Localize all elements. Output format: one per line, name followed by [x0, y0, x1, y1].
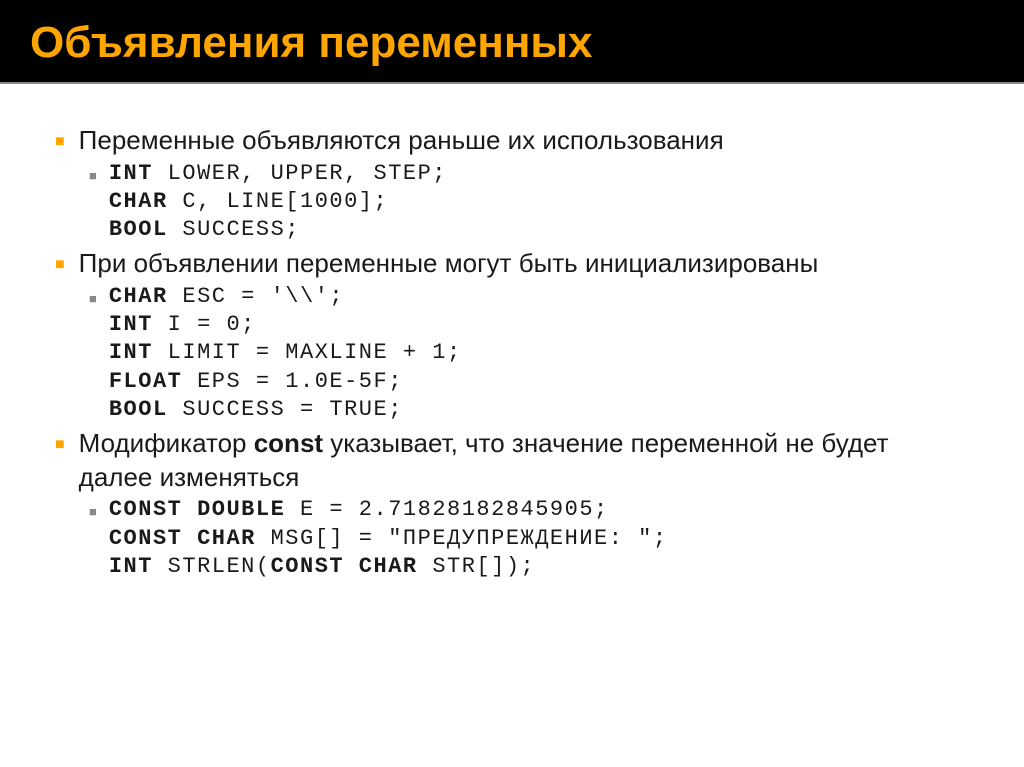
code-block-1: int lower, upper, step; char c, line[100…	[109, 160, 447, 244]
code-sub-item: ■ const double e = 2.71828182845905; con…	[89, 496, 969, 580]
bullet-item-3: ■ Модификатор const указывает, что значе…	[55, 427, 969, 581]
sub-list: ■ char esc = '\\'; int i = 0; int limit …	[89, 283, 969, 424]
code-sub-item: ■ char esc = '\\'; int i = 0; int limit …	[89, 283, 969, 424]
code-sub-item: ■ int lower, upper, step; char c, line[1…	[89, 160, 969, 244]
bullet-line: ■ Модификатор const указывает, что значе…	[55, 427, 969, 495]
sub-list: ■ const double e = 2.71828182845905; con…	[89, 496, 969, 580]
sub-marker-icon: ■	[89, 291, 97, 306]
sub-list: ■ int lower, upper, step; char c, line[1…	[89, 160, 969, 244]
slide-content: ■ Переменные объявляются раньше их испол…	[0, 84, 1024, 767]
slide-title: Объявления переменных	[30, 18, 994, 68]
bullet-text: При объявлении переменные могут быть ини…	[79, 247, 819, 281]
bullet-text: Переменные объявляются раньше их использ…	[79, 124, 724, 158]
slide: Объявления переменных ■ Переменные объяв…	[0, 0, 1024, 767]
bullet-text: Модификатор const указывает, что значени…	[79, 427, 969, 495]
bullet-item-2: ■ При объявлении переменные могут быть и…	[55, 247, 969, 424]
code-block-2: char esc = '\\'; int i = 0; int limit = …	[109, 283, 462, 424]
bullet-line: ■ При объявлении переменные могут быть и…	[55, 247, 969, 281]
bullet-item-1: ■ Переменные объявляются раньше их испол…	[55, 124, 969, 244]
sub-marker-icon: ■	[89, 504, 97, 519]
bullet-marker-icon: ■	[55, 436, 65, 454]
slide-header: Объявления переменных	[0, 0, 1024, 84]
bullet-marker-icon: ■	[55, 133, 65, 151]
bullet-marker-icon: ■	[55, 256, 65, 274]
code-block-3: const double e = 2.71828182845905; const…	[109, 496, 668, 580]
bullet-line: ■ Переменные объявляются раньше их испол…	[55, 124, 969, 158]
bullet-list: ■ Переменные объявляются раньше их испол…	[55, 124, 969, 581]
sub-marker-icon: ■	[89, 168, 97, 183]
